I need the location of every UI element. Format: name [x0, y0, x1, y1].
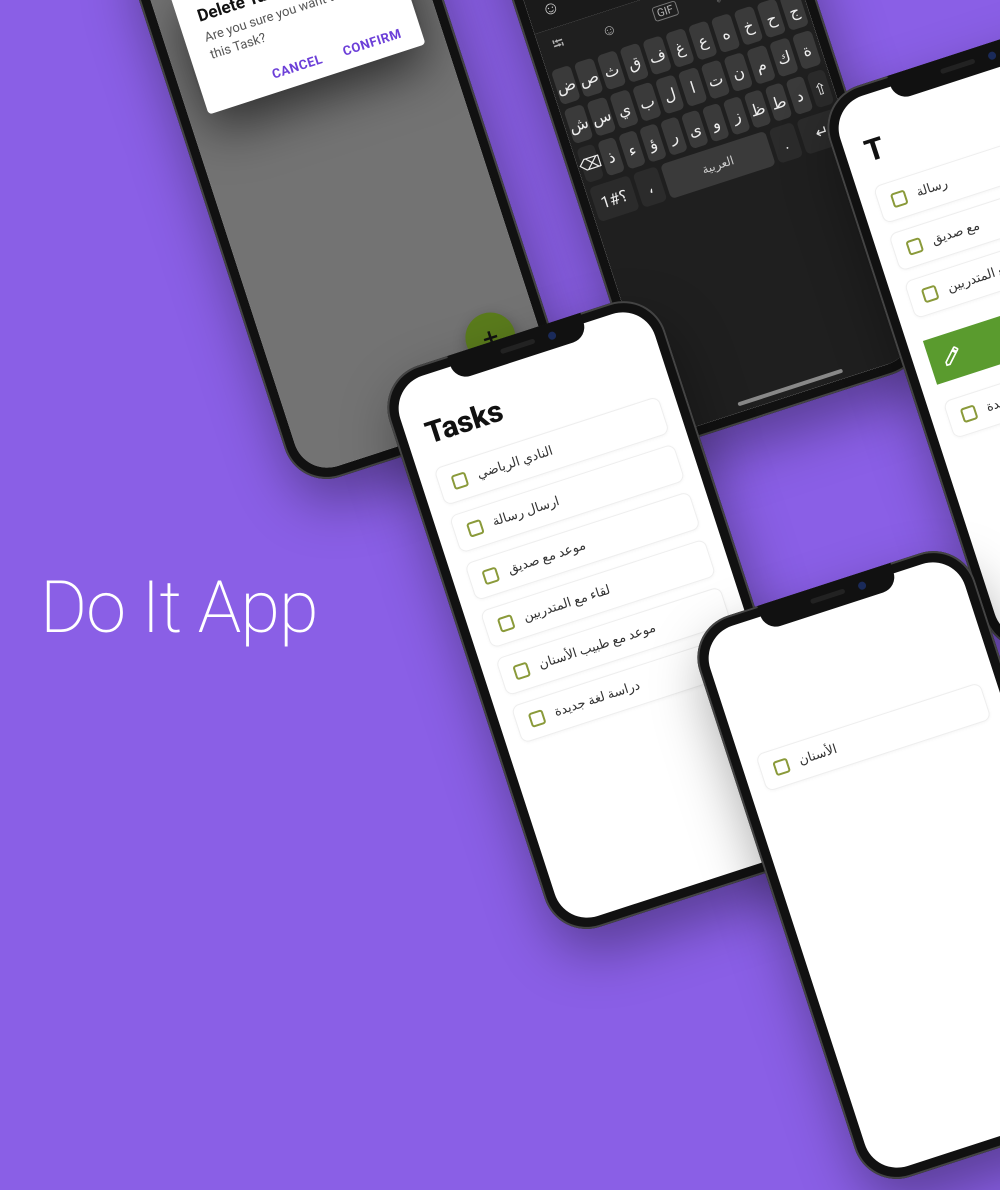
mic-icon[interactable]: 🎤	[711, 0, 734, 4]
task-label: دراسة لغة جديدة	[984, 373, 1000, 415]
task-list: النادي الرياضي ارسال رسالة موعد مع صديق لقا…	[433, 396, 747, 744]
gif-icon[interactable]: GIF	[651, 0, 679, 22]
checkbox-icon	[905, 237, 924, 256]
task-label: النادي الرياضي	[475, 444, 555, 483]
checkbox-icon	[466, 519, 485, 538]
page-title: T	[861, 130, 890, 169]
key-numeric[interactable]: 1#؟	[589, 175, 640, 222]
task-label: مع المتدربين	[945, 261, 1000, 296]
sticker-icon[interactable]: ☺	[599, 19, 619, 41]
task-label: موعد مع صديق	[506, 538, 588, 577]
hero-title: Do It App	[40, 565, 318, 650]
checkbox-icon	[960, 404, 979, 423]
checkbox-icon	[450, 471, 469, 490]
task-label: الأسنان	[797, 742, 839, 768]
checkbox-icon	[497, 614, 516, 633]
task-label: دراسة لغة جديدة	[552, 678, 642, 720]
page-title: Tasks	[421, 394, 507, 452]
checkbox-icon	[921, 285, 940, 304]
task-row[interactable]: الأسنان	[755, 682, 992, 792]
checkbox-icon	[512, 662, 531, 681]
task-label: ارسال رسالة	[491, 494, 562, 530]
cancel-button[interactable]: CANCEL	[270, 52, 324, 82]
checkbox-icon	[528, 709, 547, 728]
checkbox-icon	[481, 566, 500, 585]
checkbox-icon	[772, 757, 791, 776]
tab-icon[interactable]: ⭾	[550, 32, 568, 59]
checkbox-icon	[890, 189, 909, 208]
task-label: لقاء مع المتدربين	[522, 583, 613, 625]
task-label: مع صديق	[930, 218, 982, 248]
emoji-icon[interactable]: ☺	[538, 0, 562, 21]
task-label: رسالة	[915, 176, 950, 200]
pencil-icon	[939, 343, 964, 368]
